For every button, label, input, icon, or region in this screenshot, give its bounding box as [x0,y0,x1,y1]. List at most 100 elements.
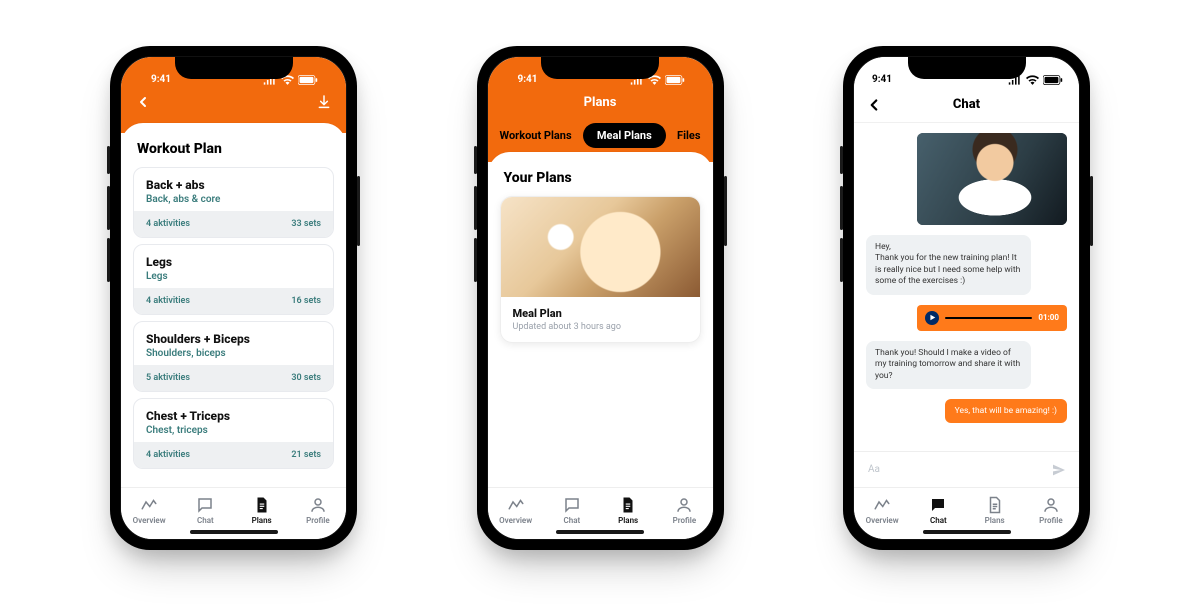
workout-sets: 30 sets [291,373,321,383]
workout-activities: 4 aktivities [146,450,190,460]
phone-workout-plan: 9:41 Wor [110,46,357,550]
back-button[interactable] [133,92,153,112]
back-button[interactable] [864,95,884,115]
send-button[interactable] [1049,460,1069,480]
message-input[interactable]: Aa [864,459,1049,481]
wifi-icon [1026,75,1039,85]
home-indicator [556,530,644,534]
download-button[interactable] [314,92,334,112]
section-title: Workout Plan [137,141,330,157]
tab-overview[interactable]: Overview [121,496,177,525]
profile-icon [309,496,327,514]
workout-card[interactable]: Back + abs Back, abs & core 4 aktivities 3… [133,167,334,238]
tab-label: Plans [985,516,1005,525]
meal-plan-image [501,197,700,297]
tab-overview[interactable]: Overview [854,496,910,525]
incoming-message: Thank you! Should I make a video of my t… [866,341,1031,389]
tab-plans[interactable]: Plans [234,496,290,525]
workout-sub: Chest, triceps [146,425,321,436]
workout-activities: 4 aktivities [146,219,190,229]
home-indicator [190,530,278,534]
chat-icon [196,496,214,514]
tab-chat[interactable]: Chat [177,496,233,525]
meal-plan-updated: Updated about 3 hours ago [513,322,688,332]
device-notch [175,57,293,79]
audio-message[interactable]: 01:00 [917,305,1067,331]
play-icon [929,314,936,321]
audio-duration: 01:00 [1038,313,1059,322]
workout-card[interactable]: Chest + Triceps Chest, triceps 4 aktiviti… [133,398,334,469]
play-button[interactable] [925,311,939,325]
workout-name: Back + abs [146,178,321,192]
workout-name: Legs [146,255,321,269]
tab-plans[interactable]: Plans [600,496,656,525]
status-time: 9:41 [872,74,892,85]
overview-icon [507,496,525,514]
chat-composer: Aa [854,451,1079,487]
workout-name: Chest + Triceps [146,409,321,423]
outgoing-message: Yes, that will be amazing! :) [945,399,1067,423]
plans-icon [986,496,1004,514]
tab-plans[interactable]: Plans [967,496,1023,525]
device-notch [908,57,1026,79]
send-icon [1051,462,1067,478]
audio-track[interactable] [945,317,1032,319]
tab-profile[interactable]: Profile [290,496,346,525]
status-time: 9:41 [151,74,171,85]
workout-sub: Legs [146,271,321,282]
overview-icon [873,496,891,514]
phone-chat: 9:41 Chat Hey, Thank you for the new tra… [843,46,1090,550]
workout-activities: 4 aktivities [146,296,190,306]
plans-icon [619,496,637,514]
tab-label: Overview [133,516,166,525]
workout-card[interactable]: Legs Legs 4 aktivities 16 sets [133,244,334,315]
download-icon [316,94,332,110]
page-title: Plans [500,95,701,110]
workout-sub: Shoulders, biceps [146,348,321,359]
profile-icon [1042,496,1060,514]
chevron-left-icon [135,94,151,110]
meal-plan-name: Meal Plan [513,307,688,320]
battery-icon [1043,75,1063,85]
chat-header: Chat [854,87,1079,123]
video-message[interactable] [917,133,1067,225]
workout-sets: 16 sets [291,296,321,306]
tab-chat[interactable]: Chat [910,496,966,525]
workout-name: Shoulders + Biceps [146,332,321,346]
overview-icon [140,496,158,514]
meal-plan-card[interactable]: Meal Plan Updated about 3 hours ago [500,196,701,343]
workout-list: Back + abs Back, abs & core 4 aktivities 3… [133,167,334,469]
section-title: Your Plans [504,170,697,186]
workout-activities: 5 aktivities [146,373,190,383]
workout-sets: 33 sets [291,219,321,229]
tab-profile[interactable]: Profile [1023,496,1079,525]
chat-icon [563,496,581,514]
page-title: Chat [953,97,980,112]
phone-meal-plans: 9:41 Plans Workout Plans Meal Plans File… [477,46,724,550]
tab-label: Profile [673,516,697,525]
tab-profile[interactable]: Profile [656,496,712,525]
tab-label: Plans [618,516,638,525]
plans-segmented-control: Workout Plans Meal Plans Files [500,123,701,148]
tab-meal-plans[interactable]: Meal Plans [583,123,666,148]
workout-card[interactable]: Shoulders + Biceps Shoulders, biceps 5 ak… [133,321,334,392]
tab-label: Overview [866,516,899,525]
tab-overview[interactable]: Overview [488,496,544,525]
tab-workout-plans[interactable]: Workout Plans [500,129,572,142]
home-indicator [923,530,1011,534]
battery-icon [298,75,318,85]
tab-chat[interactable]: Chat [544,496,600,525]
status-time: 9:41 [518,74,538,85]
battery-icon [665,75,685,85]
tab-files[interactable]: Files [677,129,700,142]
device-notch [541,57,659,79]
mockup-stage: 9:41 Wor [0,0,1200,606]
tab-label: Plans [252,516,272,525]
chevron-left-icon [865,96,883,114]
chat-thread: Hey, Thank you for the new training plan… [854,123,1079,451]
plans-icon [253,496,271,514]
tab-label: Overview [499,516,532,525]
workout-sub: Back, abs & core [146,194,321,205]
profile-icon [675,496,693,514]
incoming-message: Hey, Thank you for the new training plan… [866,235,1031,295]
